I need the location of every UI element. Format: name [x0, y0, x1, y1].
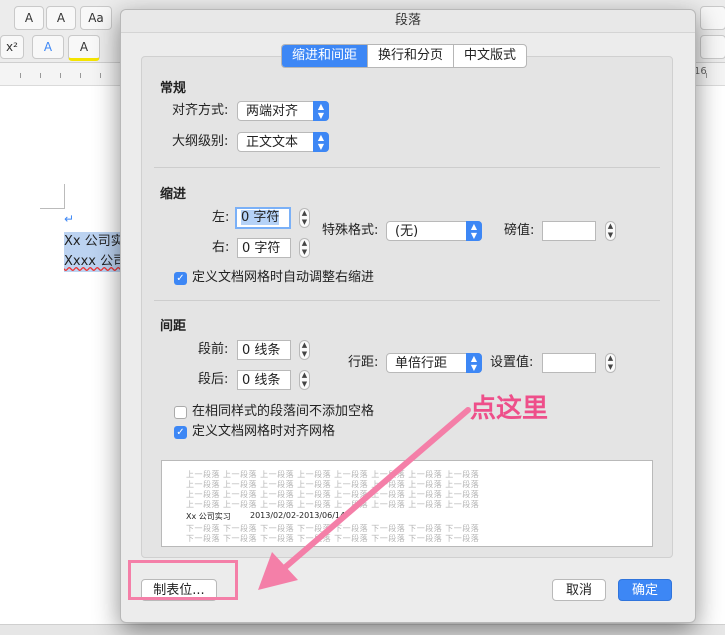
annotation-arrow-icon: [258, 407, 471, 590]
annotation-label: 点这里: [470, 394, 549, 424]
tab-line-page-breaks[interactable]: 换行和分页: [368, 45, 455, 67]
dialog-tabbar: 缩进和间距 换行和分页 中文版式: [281, 44, 528, 68]
tab-indents-spacing[interactable]: 缩进和间距: [282, 45, 369, 67]
tab-asian-typography[interactable]: 中文版式: [454, 45, 526, 67]
